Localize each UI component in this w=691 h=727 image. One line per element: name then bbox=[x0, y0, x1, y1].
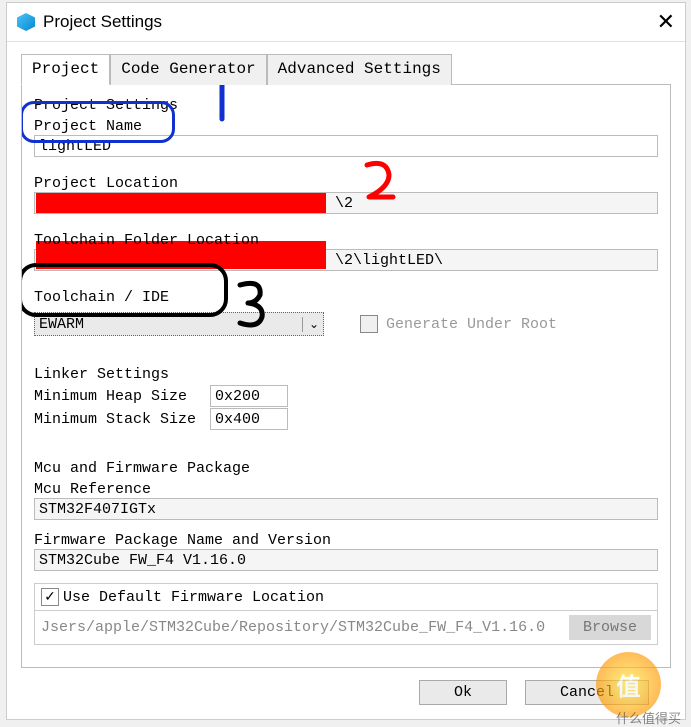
project-panel: Project Settings Project Name Project Lo… bbox=[21, 85, 671, 668]
min-heap-label: Minimum Heap Size bbox=[34, 388, 204, 405]
cube-icon bbox=[17, 13, 35, 31]
tab-code-generator[interactable]: Code Generator bbox=[110, 54, 266, 85]
toolchain-ide-select[interactable]: EWARM ⌄ bbox=[34, 312, 324, 336]
min-stack-label: Minimum Stack Size bbox=[34, 411, 204, 428]
generate-under-root-label: Generate Under Root bbox=[386, 316, 557, 333]
mcu-firmware-heading: Mcu and Firmware Package bbox=[34, 460, 658, 477]
firmware-package-input bbox=[34, 549, 658, 571]
titlebar: Project Settings ✕ bbox=[7, 3, 685, 42]
tab-project[interactable]: Project bbox=[21, 54, 110, 85]
toolchain-ide-value: EWARM bbox=[39, 316, 84, 333]
dialog-buttons: Ok Cancel bbox=[21, 668, 671, 709]
firmware-path-input: Jsers/apple/STM32Cube/Repository/STM32Cu… bbox=[41, 619, 565, 636]
redaction-location bbox=[36, 193, 326, 213]
project-location-label: Project Location bbox=[34, 175, 658, 192]
use-default-firmware-label: Use Default Firmware Location bbox=[63, 589, 324, 606]
generate-under-root-checkbox[interactable] bbox=[360, 315, 378, 333]
browse-button[interactable]: Browse bbox=[569, 615, 651, 640]
ok-button[interactable]: Ok bbox=[419, 680, 507, 705]
mcu-reference-label: Mcu Reference bbox=[34, 481, 658, 498]
linker-settings-heading: Linker Settings bbox=[34, 366, 658, 383]
firmware-package-label: Firmware Package Name and Version bbox=[34, 532, 658, 549]
min-stack-input[interactable] bbox=[210, 408, 288, 430]
toolchain-folder-label: Toolchain Folder Location bbox=[34, 232, 658, 249]
firmware-location-box: ✓ Use Default Firmware Location bbox=[34, 583, 658, 611]
content-area: Project Code Generator Advanced Settings… bbox=[7, 42, 685, 719]
project-settings-window: Project Settings ✕ Project Code Generato… bbox=[6, 2, 686, 720]
window-title: Project Settings bbox=[43, 12, 645, 32]
chevron-down-icon: ⌄ bbox=[302, 317, 319, 332]
use-default-firmware-checkbox[interactable]: ✓ bbox=[41, 588, 59, 606]
tabs: Project Code Generator Advanced Settings bbox=[21, 54, 671, 85]
project-name-label: Project Name bbox=[34, 118, 658, 135]
close-icon[interactable]: ✕ bbox=[645, 9, 675, 35]
toolchain-ide-label: Toolchain / IDE bbox=[34, 289, 658, 306]
tab-advanced-settings[interactable]: Advanced Settings bbox=[267, 54, 452, 85]
project-name-input[interactable] bbox=[34, 135, 658, 157]
watermark-text: 什么值得买 bbox=[616, 708, 681, 727]
mcu-reference-input bbox=[34, 498, 658, 520]
min-heap-input[interactable] bbox=[210, 385, 288, 407]
project-settings-heading: Project Settings bbox=[34, 97, 658, 114]
